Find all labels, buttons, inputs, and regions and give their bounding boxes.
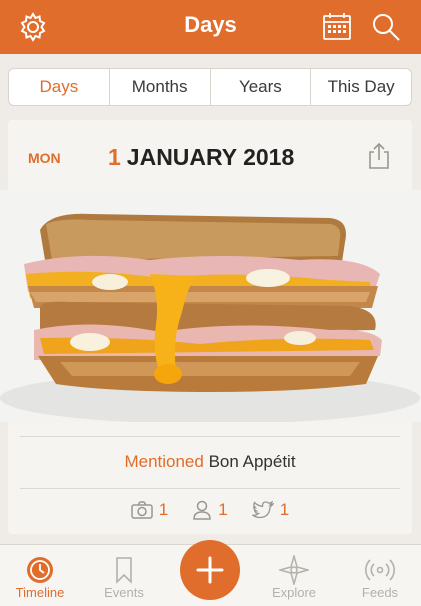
calendar-icon[interactable] xyxy=(318,8,356,46)
tab-feeds[interactable]: Feeds xyxy=(340,555,420,600)
tab-months[interactable]: Months xyxy=(108,69,210,105)
tab-timeline[interactable]: Timeline xyxy=(0,555,80,600)
page-title: Days xyxy=(184,12,237,37)
tab-explore-label: Explore xyxy=(271,585,317,600)
add-button[interactable] xyxy=(180,540,240,600)
people-count-value: 1 xyxy=(218,500,228,519)
tab-events-label: Events xyxy=(104,585,144,600)
twitter-bird-icon xyxy=(251,501,274,519)
plus-icon xyxy=(196,556,224,584)
top-bar: Days xyxy=(0,0,421,54)
entry-stats: 1 1 1 xyxy=(8,500,412,520)
tab-explore[interactable]: Explore xyxy=(254,555,334,600)
people-count[interactable]: 1 xyxy=(192,500,228,520)
mention-label: Mentioned xyxy=(124,452,204,471)
tab-this-day[interactable]: This Day xyxy=(310,69,411,105)
tab-feeds-label: Feeds xyxy=(361,585,399,600)
bookmark-icon xyxy=(84,555,164,585)
timeline-icon xyxy=(0,555,80,585)
tab-days[interactable]: Days xyxy=(9,69,109,105)
search-icon[interactable] xyxy=(367,8,405,46)
divider xyxy=(20,488,400,489)
tweet-count-value: 1 xyxy=(279,500,290,519)
mention-source[interactable]: Bon Appétit xyxy=(209,452,296,471)
tweet-count[interactable]: 1 xyxy=(251,500,290,520)
tab-timeline-label: Timeline xyxy=(15,585,65,600)
weekday-label: MON xyxy=(28,150,61,166)
day-card[interactable]: MON 1 JANUARY 2018 Mentioned Bon Appétit… xyxy=(0,120,421,534)
compass-star-icon xyxy=(254,555,334,585)
feeds-icon xyxy=(340,555,420,585)
date-heading: 1 JANUARY 2018 xyxy=(108,144,294,171)
grilled-sandwich-image xyxy=(0,190,421,422)
mention-line: Mentioned Bon Appétit xyxy=(8,452,412,472)
person-icon xyxy=(193,500,212,520)
photo-count[interactable]: 1 xyxy=(131,500,168,520)
divider xyxy=(20,436,400,437)
month-year: JANUARY 2018 xyxy=(126,144,295,170)
day-number: 1 xyxy=(108,144,121,170)
camera-icon xyxy=(131,501,153,519)
photo-count-value: 1 xyxy=(158,500,169,519)
entry-photo[interactable] xyxy=(0,190,421,422)
tab-events[interactable]: Events xyxy=(84,555,164,600)
share-icon[interactable] xyxy=(366,142,392,175)
tab-years[interactable]: Years xyxy=(209,69,311,105)
period-segmented-control: Days Months Years This Day xyxy=(8,68,412,106)
